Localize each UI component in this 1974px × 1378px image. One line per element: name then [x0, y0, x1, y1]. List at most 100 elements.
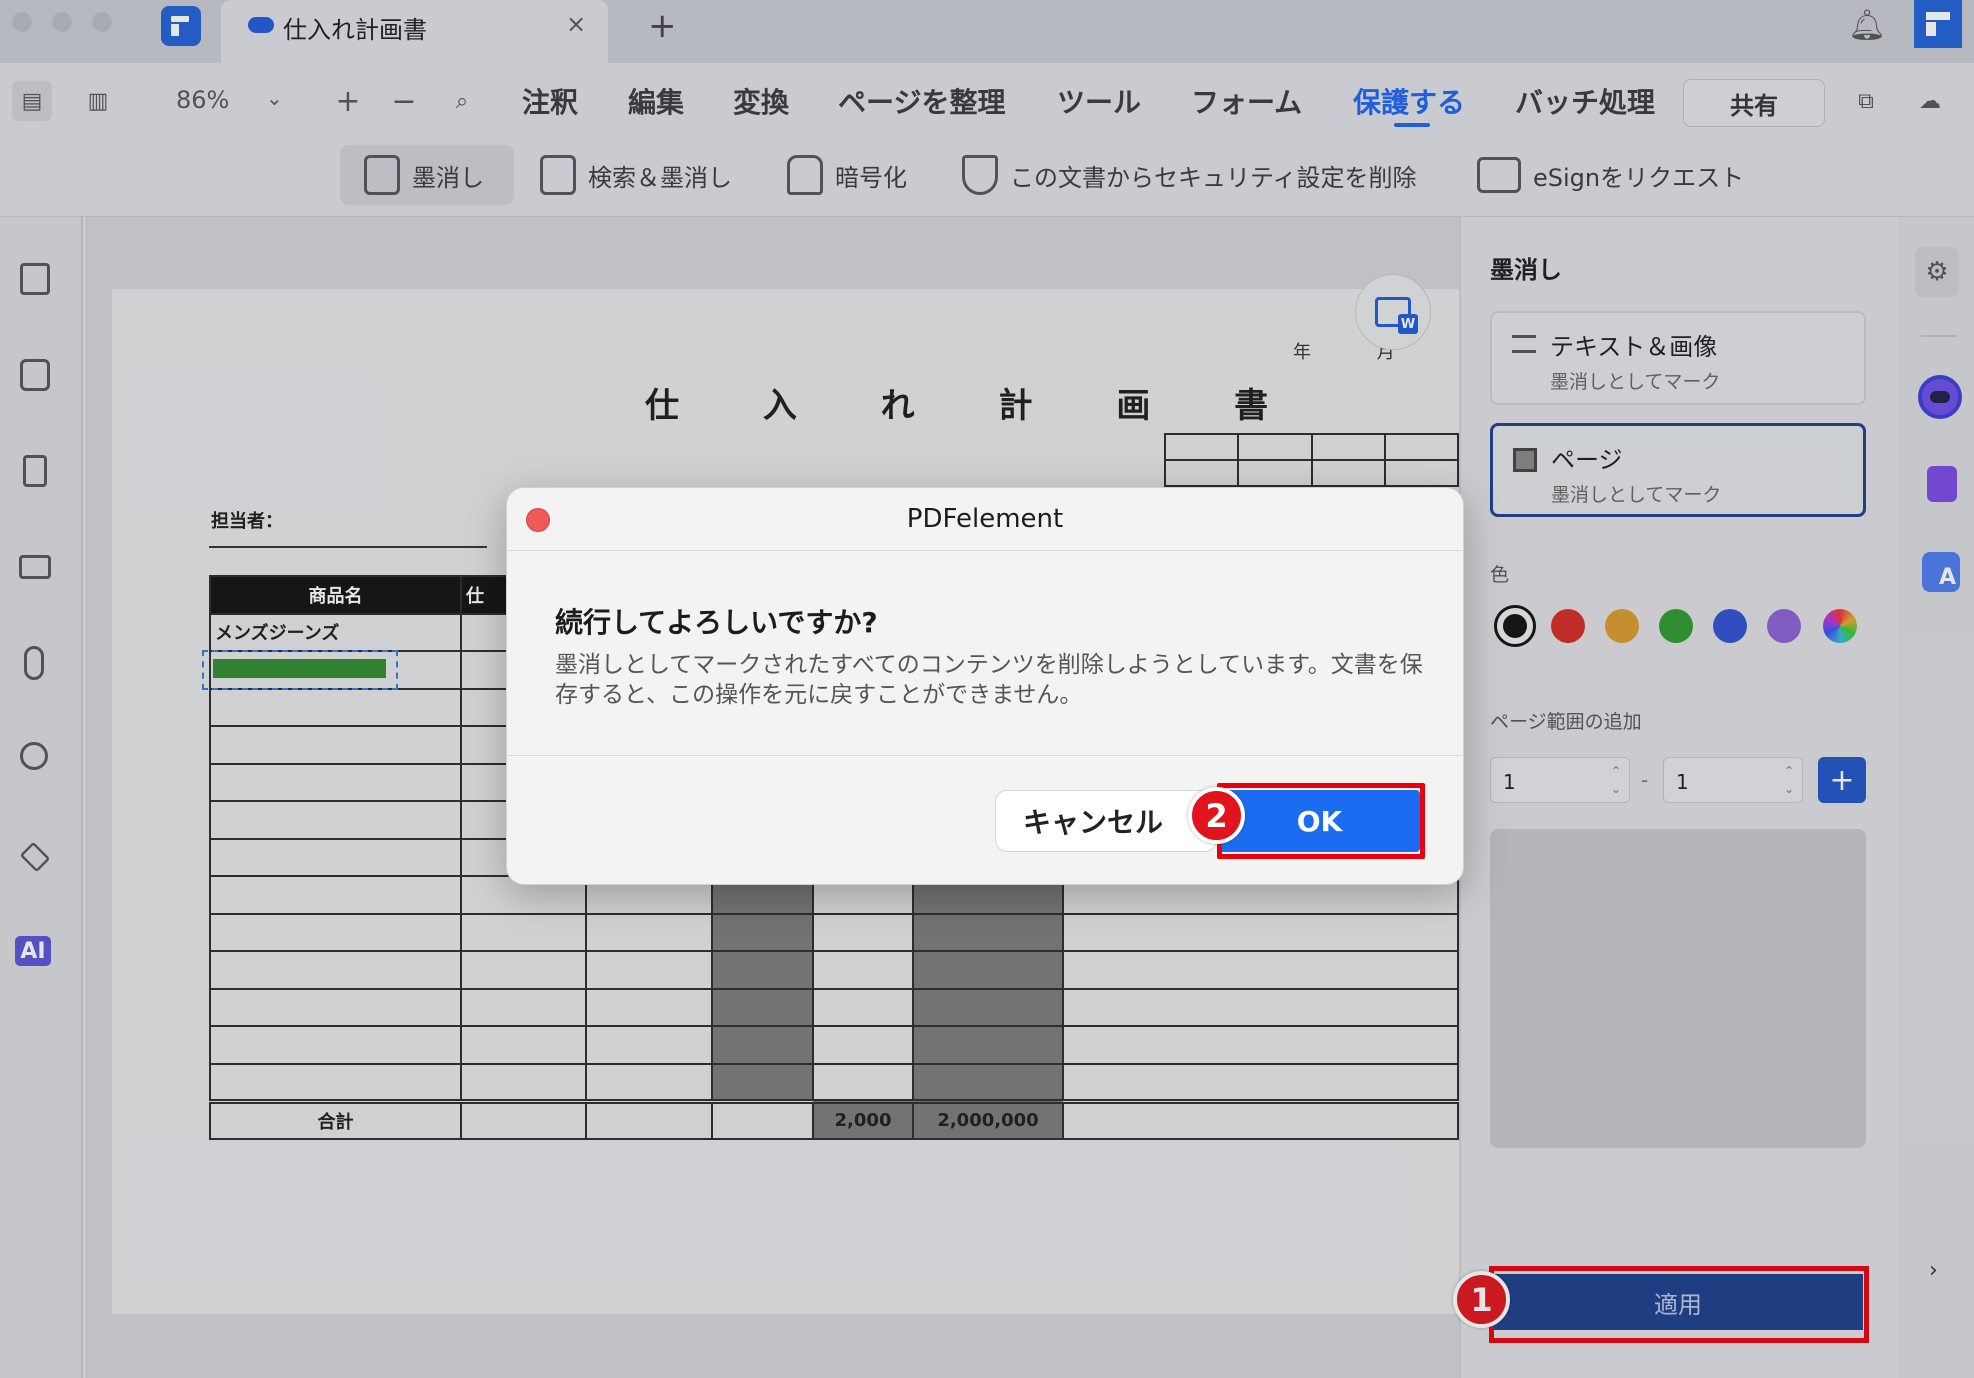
sidebar-toggle-icon[interactable]: ▤ [12, 81, 52, 121]
shield-icon [962, 155, 998, 195]
tab-close-button[interactable]: × [566, 10, 586, 38]
page-view-icon[interactable]: ▥ [78, 81, 118, 121]
add-range-button[interactable]: + [1818, 757, 1866, 803]
brand-logo-icon[interactable] [1914, 0, 1962, 48]
range-separator: - [1641, 768, 1649, 792]
redact-tool-button[interactable]: 墨消し [340, 145, 514, 205]
chevron-right-icon[interactable]: › [1929, 1258, 1938, 1283]
color-swatch-red[interactable] [1551, 609, 1585, 643]
fields-icon[interactable] [19, 555, 51, 579]
stepper-icon[interactable]: ⌃ ⌄ [1784, 762, 1794, 798]
menu-forms[interactable]: フォーム [1191, 81, 1302, 121]
option-text-image[interactable]: テキスト＆画像 墨消しとしてマーク [1490, 311, 1866, 405]
search-redact-label: 検索＆墨消し [588, 163, 732, 192]
color-swatch-custom[interactable] [1823, 609, 1857, 643]
encrypt-label: 暗号化 [835, 163, 907, 192]
range-to-input[interactable]: 1 ⌃ ⌄ [1663, 757, 1803, 803]
total-qty: 2,000 [812, 1098, 914, 1140]
menu-protect[interactable]: 保護する [1353, 81, 1465, 121]
ai-assistant-icon[interactable]: AI [15, 936, 51, 966]
range-from-input[interactable]: 1 ⌃ ⌄ [1490, 757, 1630, 803]
menu-organize[interactable]: ページを整理 [838, 81, 1005, 121]
remove-security-label: この文書からセキュリティ設定を削除 [1010, 163, 1417, 192]
menu-edit[interactable]: 編集 [628, 81, 684, 121]
cloud-sync-icon[interactable]: ☁︎ [1910, 81, 1950, 121]
zoom-level[interactable]: 86% [176, 86, 229, 114]
cloud-icon [248, 17, 274, 33]
redact-label: 墨消し [412, 163, 484, 192]
table-row [209, 987, 1459, 1027]
document-title: 仕 入 れ 計 画 書 [645, 386, 1305, 426]
option-page-label: ページ [1551, 446, 1623, 474]
option-page-sub: 墨消しとしてマーク [1551, 484, 1722, 506]
esign-label: eSignをリクエスト [1533, 163, 1745, 192]
ai-robot-icon[interactable] [1918, 375, 1962, 419]
text-lines-icon [1512, 335, 1536, 353]
comment-icon[interactable] [20, 359, 50, 391]
word-icon [1375, 297, 1418, 334]
person-label: 担当者： [211, 511, 283, 532]
translate-icon[interactable]: A [1922, 552, 1960, 592]
table-row [209, 950, 1459, 990]
zoom-in-button[interactable]: + [328, 81, 368, 121]
dialog-title: PDFelement [906, 504, 1064, 534]
redaction-selection-box[interactable] [202, 650, 398, 690]
step-badge-1: 1 [1453, 1271, 1510, 1328]
color-swatch-blue[interactable] [1713, 609, 1747, 643]
window-zoom-light[interactable] [92, 12, 112, 32]
new-tab-button[interactable]: + [648, 6, 677, 46]
header-product: 商品名 [209, 575, 462, 615]
encrypt-button[interactable]: 暗号化 [787, 145, 907, 205]
page-box-icon [1513, 448, 1537, 472]
redact-icon [364, 155, 400, 195]
color-swatch-orange[interactable] [1605, 609, 1639, 643]
total-label: 合計 [209, 1098, 462, 1140]
color-swatch-purple[interactable] [1767, 609, 1801, 643]
esign-button[interactable]: eSignをリクエスト [1477, 145, 1744, 205]
remove-security-button[interactable]: この文書からセキュリティ設定を削除 [962, 145, 1417, 205]
first-item-cell: メンズジーンズ [209, 612, 462, 652]
properties-sliders-icon[interactable]: ⚙︎ [1915, 247, 1959, 297]
menu-annotate[interactable]: 注釈 [522, 81, 578, 121]
hierarchy-icon[interactable]: ⧉ [1846, 81, 1886, 121]
table-row [209, 1062, 1459, 1102]
search-redact-button[interactable]: 検索＆墨消し [540, 145, 732, 205]
dialog-divider [506, 755, 1464, 756]
notification-bell-icon[interactable]: 🔔︎ [1848, 8, 1886, 43]
color-swatch-black[interactable] [1494, 605, 1536, 647]
approval-grid [1163, 433, 1460, 487]
attachment-icon[interactable] [24, 646, 44, 680]
window-minimize-light[interactable] [52, 12, 72, 32]
pages-icon[interactable] [20, 263, 50, 295]
task-check-icon[interactable] [1927, 466, 1957, 502]
menu-batch[interactable]: バッチ処理 [1515, 81, 1655, 121]
zoom-out-button[interactable]: − [384, 81, 424, 121]
menu-convert[interactable]: 変換 [733, 81, 789, 121]
color-label: 色 [1490, 564, 1510, 586]
fit-page-icon[interactable]: ⌕ [442, 81, 482, 121]
total-amount: 2,000,000 [912, 1098, 1064, 1140]
search-icon[interactable] [20, 742, 48, 770]
stepper-icon[interactable]: ⌃ ⌄ [1611, 762, 1621, 798]
share-button[interactable]: 共有 [1683, 79, 1825, 127]
option-page[interactable]: ページ 墨消しとしてマーク [1490, 423, 1866, 517]
menu-tools[interactable]: ツール [1057, 81, 1141, 121]
table-row [209, 1025, 1459, 1065]
apply-highlight-frame [1489, 1266, 1869, 1343]
home-app-icon[interactable] [161, 6, 201, 46]
cancel-button[interactable]: キャンセル [995, 790, 1217, 852]
step-badge-2: 2 [1188, 787, 1245, 844]
window-close-light[interactable] [12, 12, 32, 32]
redaction-preview [1490, 829, 1866, 1148]
dialog-divider [506, 550, 1464, 551]
option-text-image-sub: 墨消しとしてマーク [1550, 371, 1721, 393]
convert-to-word-button[interactable] [1355, 274, 1431, 350]
panel-title: 墨消し [1490, 256, 1562, 284]
option-text-image-label: テキスト＆画像 [1550, 333, 1718, 361]
lock-icon [787, 155, 823, 195]
page-range-label: ページ範囲の追加 [1490, 711, 1642, 733]
color-swatch-green[interactable] [1659, 609, 1693, 643]
bookmark-icon[interactable] [23, 455, 47, 487]
range-from-value: 1 [1503, 770, 1516, 794]
zoom-dropdown-icon[interactable]: ⌄ [266, 86, 283, 110]
